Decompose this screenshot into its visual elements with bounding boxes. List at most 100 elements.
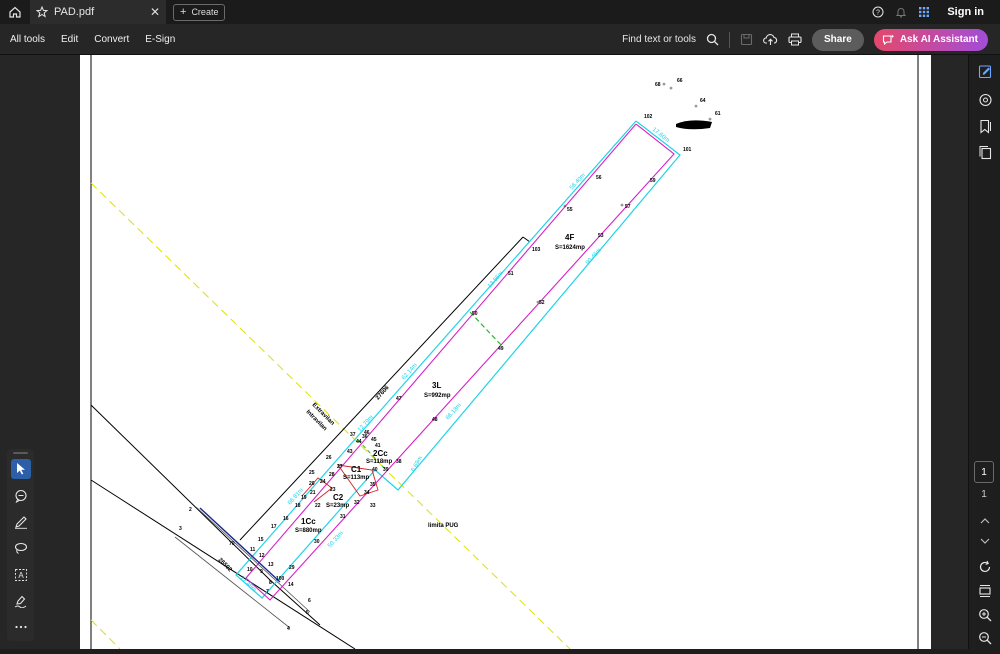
rotate-button[interactable] (977, 559, 993, 575)
point-number: 66 (677, 78, 683, 84)
ai-assistant-icon (882, 34, 895, 45)
point-number: 22 (315, 503, 321, 509)
point-number: 23 (330, 487, 336, 493)
comment-tool-button[interactable] (11, 486, 31, 506)
save-icon[interactable] (740, 33, 753, 46)
ask-ai-assistant-button[interactable]: Ask AI Assistant (873, 28, 988, 51)
text-box-icon: A (15, 569, 27, 581)
dimension-label: 66.18m (445, 402, 463, 421)
pdf-page[interactable]: 4F S=1624mp 3L S=992mp 2Cc S=118mp C1 S=… (80, 55, 931, 650)
chevron-up-icon (980, 518, 990, 524)
select-tool-button[interactable] (11, 459, 31, 479)
main-toolbar: All tools Edit Convert E-Sign Find text … (0, 24, 1000, 55)
text-box-tool-button[interactable]: A (11, 565, 31, 585)
point-number: 37 (350, 432, 356, 438)
point-number: 28 (329, 472, 335, 478)
document-viewport[interactable]: 4F S=1624mp 3L S=992mp 2Cc S=118mp C1 S=… (0, 55, 968, 650)
plus-icon: + (180, 6, 187, 18)
point-number: 9 (260, 569, 263, 575)
document-tab[interactable]: PAD.pdf ✕ (30, 0, 166, 24)
search-icon[interactable] (706, 33, 719, 46)
bookmarks-panel-button[interactable] (977, 118, 993, 134)
ask-ai-label: Ask AI Assistant (899, 34, 978, 45)
parcel-2cc-area: S=118mp (366, 459, 393, 465)
lasso-icon (14, 542, 28, 554)
more-icon (15, 625, 27, 629)
share-button[interactable]: Share (812, 28, 864, 51)
home-icon (9, 6, 21, 18)
menu-convert[interactable]: Convert (94, 34, 129, 45)
top-menu: All tools Edit Convert E-Sign (10, 34, 191, 45)
comment-icon (15, 489, 27, 503)
current-page-input[interactable]: 1 (974, 461, 994, 483)
point-number: 13 (268, 562, 274, 568)
menu-all-tools[interactable]: All tools (10, 34, 45, 45)
label-limita-pug: limita PUG (428, 523, 459, 529)
create-button[interactable]: + Create (173, 3, 226, 21)
point-number: 11 (250, 547, 256, 553)
previous-page-button[interactable] (977, 513, 993, 529)
point-number: 102 (644, 114, 653, 120)
svg-text:?: ? (876, 10, 880, 17)
point-number: 8 (269, 580, 272, 586)
dimension-label: 6.69m (411, 456, 425, 473)
next-page-button[interactable] (977, 533, 993, 549)
chevron-down-icon (980, 538, 990, 544)
right-side-rail: 1 1 (968, 55, 1000, 649)
point-number: 3 (179, 526, 182, 532)
scroll-mode-button[interactable] (977, 583, 993, 599)
bell-icon[interactable] (895, 6, 907, 18)
quick-tools-panel: A (7, 449, 34, 641)
more-tools-button[interactable] (11, 617, 31, 637)
point-numbers: 68 66 64 61 102 101 56 59 55 57 103 53 5… (179, 78, 721, 632)
lasso-tool-button[interactable] (11, 538, 31, 558)
parcel-c2-area: S=23mp (326, 503, 350, 509)
point-number: 52 (539, 300, 545, 306)
point-number: 2 (189, 507, 192, 513)
point-number: 33 (370, 503, 376, 509)
sign-icon (14, 595, 27, 608)
cadastral-plan-drawing: 4F S=1624mp 3L S=992mp 2Cc S=118mp C1 S=… (90, 55, 919, 650)
panel-grip[interactable] (13, 452, 28, 454)
point-number: 43 (347, 449, 353, 455)
comments-panel-button[interactable] (977, 92, 993, 108)
point-number: 30 (314, 539, 320, 545)
zoom-out-button[interactable] (977, 630, 993, 646)
print-icon[interactable] (788, 33, 802, 46)
pages-panel-button[interactable] (977, 144, 993, 160)
parcel-4f-name: 4F (565, 233, 574, 242)
point-number: 18 (295, 503, 301, 509)
neighbour-line-c (239, 236, 524, 541)
menu-edit[interactable]: Edit (61, 34, 78, 45)
sign-in-link[interactable]: Sign in (947, 6, 984, 18)
point-number: 70 (229, 541, 235, 547)
star-icon[interactable] (36, 6, 48, 18)
close-tab-icon[interactable]: ✕ (150, 5, 160, 19)
home-button[interactable] (0, 0, 30, 24)
parcel-c1-area: S=113mp (343, 475, 370, 481)
scroll-mode-icon (979, 585, 991, 597)
point-number: 100 (276, 576, 285, 582)
point-number: 44 (356, 439, 362, 445)
point-number: 7 (266, 589, 269, 595)
upload-cloud-icon[interactable] (763, 33, 778, 46)
point-number: 50 (472, 311, 478, 317)
road-boundary-upper (90, 404, 321, 626)
point-number: 14 (288, 582, 294, 588)
menu-e-sign[interactable]: E-Sign (145, 34, 175, 45)
apps-grid-icon[interactable] (918, 6, 930, 18)
zoom-in-button[interactable] (977, 607, 993, 623)
limit-pug-line (90, 182, 571, 650)
point-number: 26 (326, 455, 332, 461)
sign-tool-button[interactable] (11, 591, 31, 611)
draw-tool-button[interactable] (11, 512, 31, 532)
point-number: 40 (372, 467, 378, 473)
help-icon[interactable]: ? (872, 6, 884, 18)
parcel-2cc-name: 2Cc (373, 449, 388, 458)
point-number: 6 (308, 598, 311, 604)
select-cursor-icon (17, 463, 25, 475)
find-text-label[interactable]: Find text or tools (622, 34, 696, 45)
parcel-4f-area: S=1624mp (555, 245, 585, 251)
point-number: 32 (354, 500, 360, 506)
edit-pdf-button[interactable] (977, 63, 993, 79)
